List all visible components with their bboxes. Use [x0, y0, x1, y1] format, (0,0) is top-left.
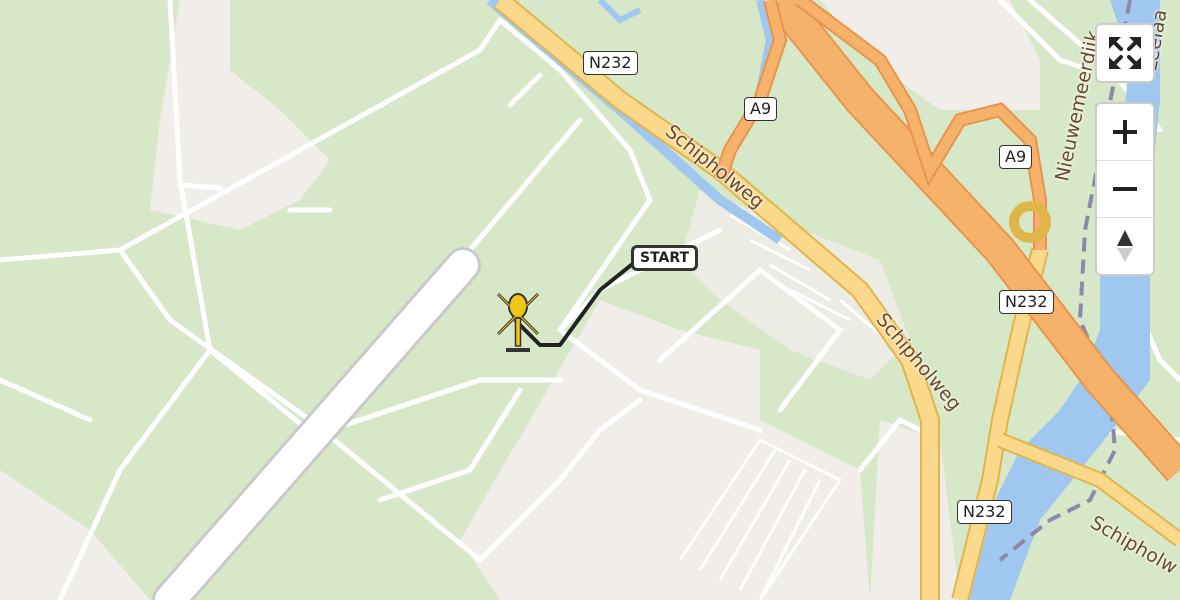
fullscreen-control — [1095, 23, 1155, 83]
route-shield-a9: A9 — [744, 97, 778, 121]
zoom-control — [1095, 102, 1155, 276]
zoom-out-button[interactable] — [1097, 160, 1153, 217]
route-shield-a9: A9 — [999, 145, 1033, 169]
plus-icon — [1113, 120, 1137, 144]
reset-north-button[interactable] — [1097, 217, 1153, 274]
route-shield-n232: N232 — [999, 290, 1054, 314]
compass-icon — [1117, 230, 1133, 262]
route-shield-n232: N232 — [957, 500, 1012, 524]
start-marker[interactable]: START — [631, 245, 699, 271]
minus-icon — [1113, 187, 1137, 191]
zoom-in-button[interactable] — [1097, 104, 1153, 160]
expand-arrows-icon — [1109, 37, 1141, 69]
fullscreen-button[interactable] — [1097, 25, 1153, 81]
route-shield-n232: N232 — [583, 51, 638, 75]
